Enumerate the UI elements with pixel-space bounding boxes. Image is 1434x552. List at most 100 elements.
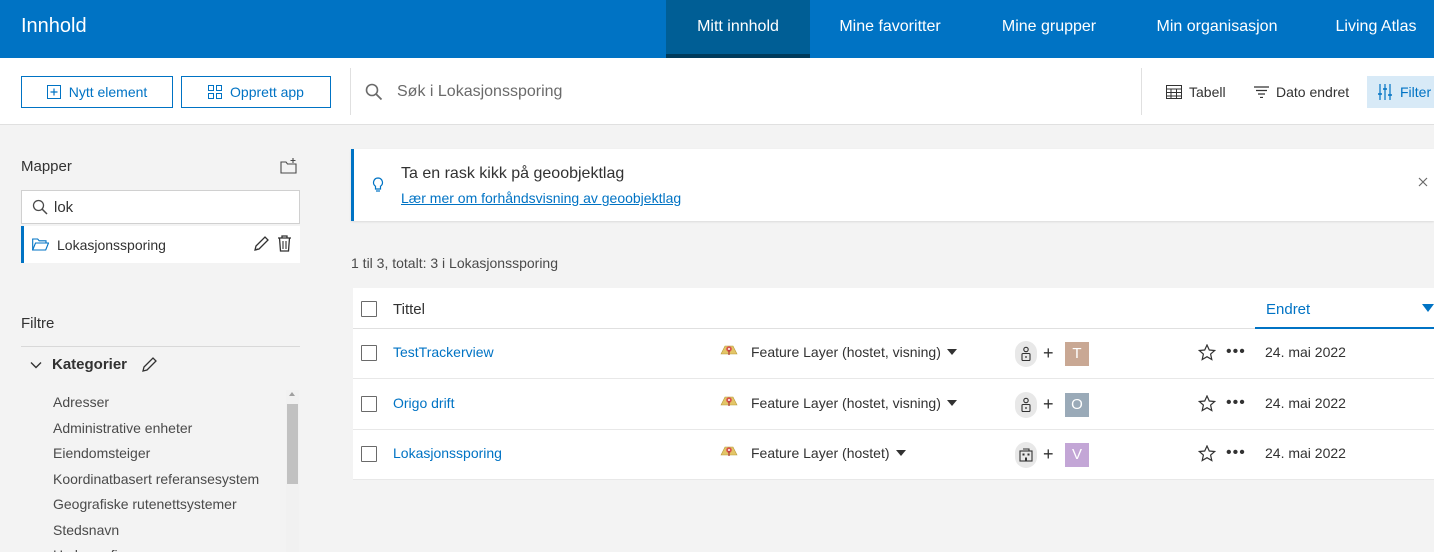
add-share-icon[interactable]: + xyxy=(1043,341,1054,365)
item-changed-date: 24. mai 2022 xyxy=(1265,344,1346,360)
new-folder-icon[interactable] xyxy=(280,158,298,174)
item-title-link[interactable]: Origo drift xyxy=(393,395,454,411)
item-title-link[interactable]: TestTrackerview xyxy=(393,344,494,360)
column-title[interactable]: Tittel xyxy=(393,301,425,318)
app-header: Innhold Mitt innhold Mine favoritter Min… xyxy=(0,0,1434,58)
new-item-button[interactable]: Nytt element xyxy=(21,76,173,108)
banner-learn-more-link[interactable]: Lær mer om forhåndsvisning av geoobjektl… xyxy=(401,190,681,206)
banner-title: Ta en rask kikk på geoobjektlag xyxy=(401,165,625,182)
scrollbar-thumb[interactable] xyxy=(287,404,298,484)
favorite-star-icon[interactable] xyxy=(1198,344,1216,361)
category-item[interactable]: Geografiske rutenettsystemer xyxy=(53,492,283,518)
content-table: Tittel Endret TestTrackerview Feature La… xyxy=(353,288,1434,480)
tab-my-content[interactable]: Mitt innhold xyxy=(666,0,810,58)
add-share-icon[interactable]: + xyxy=(1043,442,1054,466)
feature-layer-icon xyxy=(720,396,738,406)
sharing-status xyxy=(1015,341,1037,367)
apps-grid-icon xyxy=(208,85,223,99)
filter-button[interactable]: Filter xyxy=(1367,76,1434,108)
feature-layer-icon xyxy=(720,446,738,456)
category-item[interactable]: Stedsnavn xyxy=(53,518,283,544)
item-type-dropdown-icon[interactable] xyxy=(946,400,957,406)
chevron-down-icon xyxy=(30,361,42,368)
sort-lines-icon xyxy=(1254,86,1269,98)
item-type-label: Feature Layer (hostet, visning) xyxy=(751,395,941,411)
category-item[interactable]: Hydrografi xyxy=(53,543,283,552)
item-type: Feature Layer (hostet, visning) xyxy=(751,395,957,411)
table-header: Tittel Endret xyxy=(353,288,1434,329)
create-app-label: Opprett app xyxy=(230,84,304,100)
organization-icon xyxy=(1019,448,1033,462)
page-title: Innhold xyxy=(21,15,87,37)
table-row: TestTrackerview Feature Layer (hostet, v… xyxy=(353,329,1434,379)
categories-toggle[interactable]: Kategorier xyxy=(30,356,157,373)
favorite-star-icon[interactable] xyxy=(1198,445,1216,462)
item-type-label: Feature Layer (hostet, visning) xyxy=(751,344,941,360)
more-actions-icon[interactable]: ••• xyxy=(1226,343,1246,361)
row-checkbox[interactable] xyxy=(361,446,377,462)
select-all-checkbox[interactable] xyxy=(361,301,377,317)
plus-square-icon xyxy=(46,85,61,99)
folder-name: Lokasjonssporing xyxy=(57,236,166,253)
row-checkbox[interactable] xyxy=(361,345,377,361)
folder-search xyxy=(21,190,300,224)
favorite-star-icon[interactable] xyxy=(1198,395,1216,412)
edit-pencil-icon[interactable] xyxy=(253,236,269,252)
search-input[interactable] xyxy=(397,83,1097,101)
item-type-dropdown-icon[interactable] xyxy=(895,450,906,456)
item-type: Feature Layer (hostet) xyxy=(751,445,906,461)
add-share-icon[interactable]: + xyxy=(1043,392,1054,416)
sliders-icon xyxy=(1378,84,1392,100)
scroll-up-arrow-icon[interactable] xyxy=(289,392,295,396)
table-icon xyxy=(1166,85,1182,99)
item-type: Feature Layer (hostet, visning) xyxy=(751,344,957,360)
new-item-label: Nytt element xyxy=(68,84,148,100)
tab-living-atlas[interactable]: Living Atlas xyxy=(1322,0,1430,58)
divider xyxy=(21,346,300,347)
edit-pencil-icon[interactable] xyxy=(141,356,157,373)
trash-icon[interactable] xyxy=(277,235,292,252)
category-item[interactable]: Administrative enheter xyxy=(53,416,283,442)
table-row: Origo drift Feature Layer (hostet, visni… xyxy=(353,380,1434,430)
item-type-label: Feature Layer (hostet) xyxy=(751,445,890,461)
item-type-dropdown-icon[interactable] xyxy=(946,349,957,355)
column-changed-label: Endret xyxy=(1266,301,1311,318)
sort-desc-icon xyxy=(1422,304,1434,312)
tab-my-favorites[interactable]: Mine favoritter xyxy=(822,0,958,58)
table-view-label: Tabell xyxy=(1189,84,1226,100)
filter-label: Filter xyxy=(1400,84,1432,100)
sort-button[interactable]: Dato endret xyxy=(1254,76,1349,108)
search-icon xyxy=(32,199,48,215)
row-checkbox[interactable] xyxy=(361,396,377,412)
tab-my-groups[interactable]: Mine grupper xyxy=(986,0,1112,58)
close-icon[interactable] xyxy=(1418,177,1428,187)
sort-label: Dato endret xyxy=(1276,84,1350,100)
more-actions-icon[interactable]: ••• xyxy=(1226,394,1246,412)
create-app-button[interactable]: Opprett app xyxy=(181,76,331,108)
search-icon xyxy=(365,83,383,101)
folder-open-icon xyxy=(32,238,49,251)
category-item[interactable]: Koordinatbasert referansesystem xyxy=(53,467,283,493)
item-changed-date: 24. mai 2022 xyxy=(1265,395,1346,411)
results-count: 1 til 3, totalt: 3 i Lokasjonssporing xyxy=(351,255,559,271)
tab-my-organization[interactable]: Min organisasjon xyxy=(1142,0,1292,58)
category-item[interactable]: Eiendomsteiger xyxy=(53,441,283,467)
lock-person-icon xyxy=(1021,397,1031,413)
table-view-button[interactable]: Tabell xyxy=(1166,76,1226,108)
category-item[interactable]: Adresser xyxy=(53,390,283,416)
column-changed[interactable]: Endret xyxy=(1255,288,1434,329)
more-actions-icon[interactable]: ••• xyxy=(1226,444,1246,462)
feature-layer-icon xyxy=(720,345,738,355)
categories-heading: Kategorier xyxy=(52,356,128,373)
folder-search-input[interactable] xyxy=(54,198,284,216)
owner-avatar: T xyxy=(1065,342,1089,366)
sharing-status xyxy=(1015,442,1037,468)
table-row: Lokasjonssporing Feature Layer (hostet) … xyxy=(353,430,1434,480)
item-changed-date: 24. mai 2022 xyxy=(1265,445,1346,461)
lock-person-icon xyxy=(1021,346,1031,362)
item-title-link[interactable]: Lokasjonssporing xyxy=(393,445,502,461)
content-toolbar: Nytt element Opprett app Tabell Dato end… xyxy=(0,58,1434,125)
divider xyxy=(350,68,351,115)
filters-heading: Filtre xyxy=(21,315,55,332)
sharing-status xyxy=(1015,392,1037,418)
